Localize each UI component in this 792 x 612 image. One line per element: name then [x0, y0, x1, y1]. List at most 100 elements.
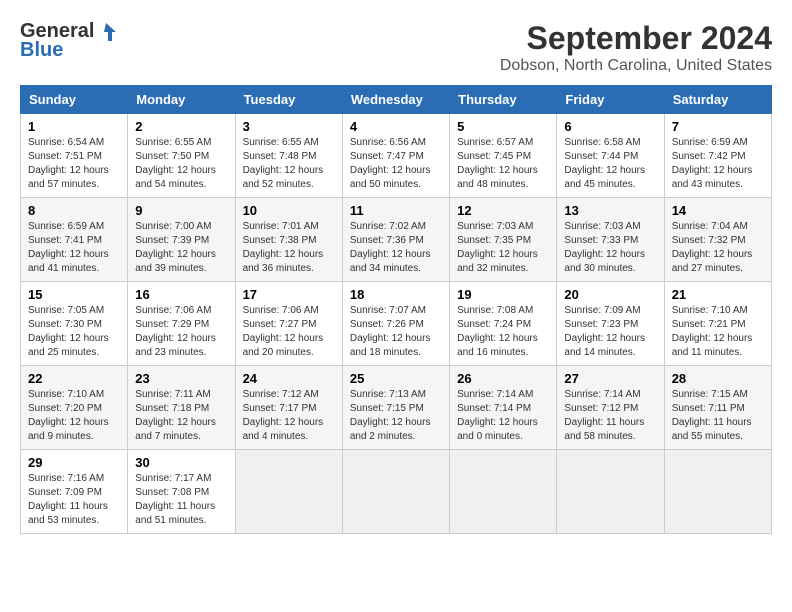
calendar-cell: 30 Sunrise: 7:17 AMSunset: 7:08 PMDaylig…	[128, 450, 235, 534]
day-number: 4	[350, 119, 442, 134]
logo: General Blue	[20, 20, 118, 62]
calendar-cell: 17 Sunrise: 7:06 AMSunset: 7:27 PMDaylig…	[235, 282, 342, 366]
calendar-cell: 3 Sunrise: 6:55 AMSunset: 7:48 PMDayligh…	[235, 114, 342, 198]
calendar-cell: 20 Sunrise: 7:09 AMSunset: 7:23 PMDaylig…	[557, 282, 664, 366]
day-detail: Sunrise: 6:54 AMSunset: 7:51 PMDaylight:…	[28, 137, 109, 190]
calendar-week-4: 22 Sunrise: 7:10 AMSunset: 7:20 PMDaylig…	[21, 366, 772, 450]
day-number: 12	[457, 203, 549, 218]
day-detail: Sunrise: 7:03 AMSunset: 7:35 PMDaylight:…	[457, 221, 538, 274]
calendar-cell: 10 Sunrise: 7:01 AMSunset: 7:38 PMDaylig…	[235, 198, 342, 282]
day-number: 6	[564, 119, 656, 134]
calendar-table: Sunday Monday Tuesday Wednesday Thursday…	[20, 85, 772, 534]
calendar-cell: 5 Sunrise: 6:57 AMSunset: 7:45 PMDayligh…	[450, 114, 557, 198]
calendar-cell: 19 Sunrise: 7:08 AMSunset: 7:24 PMDaylig…	[450, 282, 557, 366]
day-detail: Sunrise: 7:11 AMSunset: 7:18 PMDaylight:…	[135, 389, 216, 442]
day-detail: Sunrise: 7:10 AMSunset: 7:20 PMDaylight:…	[28, 389, 109, 442]
day-number: 18	[350, 287, 442, 302]
calendar-cell	[557, 450, 664, 534]
day-number: 11	[350, 203, 442, 218]
day-detail: Sunrise: 7:06 AMSunset: 7:27 PMDaylight:…	[243, 305, 324, 358]
calendar-cell: 21 Sunrise: 7:10 AMSunset: 7:21 PMDaylig…	[664, 282, 771, 366]
header-friday: Friday	[557, 86, 664, 114]
calendar-cell: 29 Sunrise: 7:16 AMSunset: 7:09 PMDaylig…	[21, 450, 128, 534]
day-number: 22	[28, 371, 120, 386]
day-number: 25	[350, 371, 442, 386]
day-detail: Sunrise: 7:06 AMSunset: 7:29 PMDaylight:…	[135, 305, 216, 358]
day-detail: Sunrise: 7:15 AMSunset: 7:11 PMDaylight:…	[672, 389, 752, 442]
day-detail: Sunrise: 6:56 AMSunset: 7:47 PMDaylight:…	[350, 137, 431, 190]
calendar-cell	[664, 450, 771, 534]
day-detail: Sunrise: 6:58 AMSunset: 7:44 PMDaylight:…	[564, 137, 645, 190]
calendar-week-5: 29 Sunrise: 7:16 AMSunset: 7:09 PMDaylig…	[21, 450, 772, 534]
calendar-cell	[450, 450, 557, 534]
calendar-cell: 8 Sunrise: 6:59 AMSunset: 7:41 PMDayligh…	[21, 198, 128, 282]
day-number: 27	[564, 371, 656, 386]
day-detail: Sunrise: 7:05 AMSunset: 7:30 PMDaylight:…	[28, 305, 109, 358]
day-number: 7	[672, 119, 764, 134]
header-row: Sunday Monday Tuesday Wednesday Thursday…	[21, 86, 772, 114]
day-number: 10	[243, 203, 335, 218]
day-number: 13	[564, 203, 656, 218]
day-number: 1	[28, 119, 120, 134]
header-wednesday: Wednesday	[342, 86, 449, 114]
day-number: 30	[135, 455, 227, 470]
calendar-cell: 27 Sunrise: 7:14 AMSunset: 7:12 PMDaylig…	[557, 366, 664, 450]
calendar-cell: 13 Sunrise: 7:03 AMSunset: 7:33 PMDaylig…	[557, 198, 664, 282]
day-number: 14	[672, 203, 764, 218]
page-header: General Blue September 2024 Dobson, Nort…	[20, 20, 772, 75]
header-sunday: Sunday	[21, 86, 128, 114]
calendar-cell: 14 Sunrise: 7:04 AMSunset: 7:32 PMDaylig…	[664, 198, 771, 282]
day-detail: Sunrise: 7:17 AMSunset: 7:08 PMDaylight:…	[135, 473, 215, 526]
calendar-cell: 23 Sunrise: 7:11 AMSunset: 7:18 PMDaylig…	[128, 366, 235, 450]
calendar-cell: 15 Sunrise: 7:05 AMSunset: 7:30 PMDaylig…	[21, 282, 128, 366]
day-number: 2	[135, 119, 227, 134]
calendar-cell: 6 Sunrise: 6:58 AMSunset: 7:44 PMDayligh…	[557, 114, 664, 198]
calendar-cell: 2 Sunrise: 6:55 AMSunset: 7:50 PMDayligh…	[128, 114, 235, 198]
logo-arrow-icon	[96, 21, 118, 43]
calendar-cell: 25 Sunrise: 7:13 AMSunset: 7:15 PMDaylig…	[342, 366, 449, 450]
day-detail: Sunrise: 6:55 AMSunset: 7:48 PMDaylight:…	[243, 137, 324, 190]
header-tuesday: Tuesday	[235, 86, 342, 114]
day-number: 29	[28, 455, 120, 470]
title-area: September 2024 Dobson, North Carolina, U…	[500, 20, 772, 75]
day-number: 21	[672, 287, 764, 302]
day-detail: Sunrise: 6:55 AMSunset: 7:50 PMDaylight:…	[135, 137, 216, 190]
page-subtitle: Dobson, North Carolina, United States	[500, 57, 772, 75]
calendar-cell: 11 Sunrise: 7:02 AMSunset: 7:36 PMDaylig…	[342, 198, 449, 282]
calendar-cell: 16 Sunrise: 7:06 AMSunset: 7:29 PMDaylig…	[128, 282, 235, 366]
day-number: 5	[457, 119, 549, 134]
day-detail: Sunrise: 7:10 AMSunset: 7:21 PMDaylight:…	[672, 305, 753, 358]
logo-text-blue: Blue	[20, 39, 63, 62]
day-detail: Sunrise: 6:59 AMSunset: 7:42 PMDaylight:…	[672, 137, 753, 190]
page-title: September 2024	[500, 20, 772, 57]
day-number: 28	[672, 371, 764, 386]
calendar-cell: 22 Sunrise: 7:10 AMSunset: 7:20 PMDaylig…	[21, 366, 128, 450]
day-detail: Sunrise: 7:14 AMSunset: 7:14 PMDaylight:…	[457, 389, 538, 442]
calendar-week-2: 8 Sunrise: 6:59 AMSunset: 7:41 PMDayligh…	[21, 198, 772, 282]
day-number: 17	[243, 287, 335, 302]
day-detail: Sunrise: 7:12 AMSunset: 7:17 PMDaylight:…	[243, 389, 324, 442]
day-detail: Sunrise: 7:07 AMSunset: 7:26 PMDaylight:…	[350, 305, 431, 358]
day-number: 16	[135, 287, 227, 302]
day-number: 26	[457, 371, 549, 386]
calendar-cell: 4 Sunrise: 6:56 AMSunset: 7:47 PMDayligh…	[342, 114, 449, 198]
day-number: 9	[135, 203, 227, 218]
calendar-cell: 1 Sunrise: 6:54 AMSunset: 7:51 PMDayligh…	[21, 114, 128, 198]
day-number: 15	[28, 287, 120, 302]
calendar-cell	[235, 450, 342, 534]
day-number: 20	[564, 287, 656, 302]
day-number: 8	[28, 203, 120, 218]
calendar-cell: 24 Sunrise: 7:12 AMSunset: 7:17 PMDaylig…	[235, 366, 342, 450]
calendar-cell: 18 Sunrise: 7:07 AMSunset: 7:26 PMDaylig…	[342, 282, 449, 366]
calendar-cell: 28 Sunrise: 7:15 AMSunset: 7:11 PMDaylig…	[664, 366, 771, 450]
day-detail: Sunrise: 6:59 AMSunset: 7:41 PMDaylight:…	[28, 221, 109, 274]
day-detail: Sunrise: 7:08 AMSunset: 7:24 PMDaylight:…	[457, 305, 538, 358]
day-number: 19	[457, 287, 549, 302]
header-monday: Monday	[128, 86, 235, 114]
day-number: 23	[135, 371, 227, 386]
calendar-cell: 12 Sunrise: 7:03 AMSunset: 7:35 PMDaylig…	[450, 198, 557, 282]
day-detail: Sunrise: 7:03 AMSunset: 7:33 PMDaylight:…	[564, 221, 645, 274]
day-detail: Sunrise: 7:13 AMSunset: 7:15 PMDaylight:…	[350, 389, 431, 442]
day-detail: Sunrise: 7:02 AMSunset: 7:36 PMDaylight:…	[350, 221, 431, 274]
day-detail: Sunrise: 6:57 AMSunset: 7:45 PMDaylight:…	[457, 137, 538, 190]
